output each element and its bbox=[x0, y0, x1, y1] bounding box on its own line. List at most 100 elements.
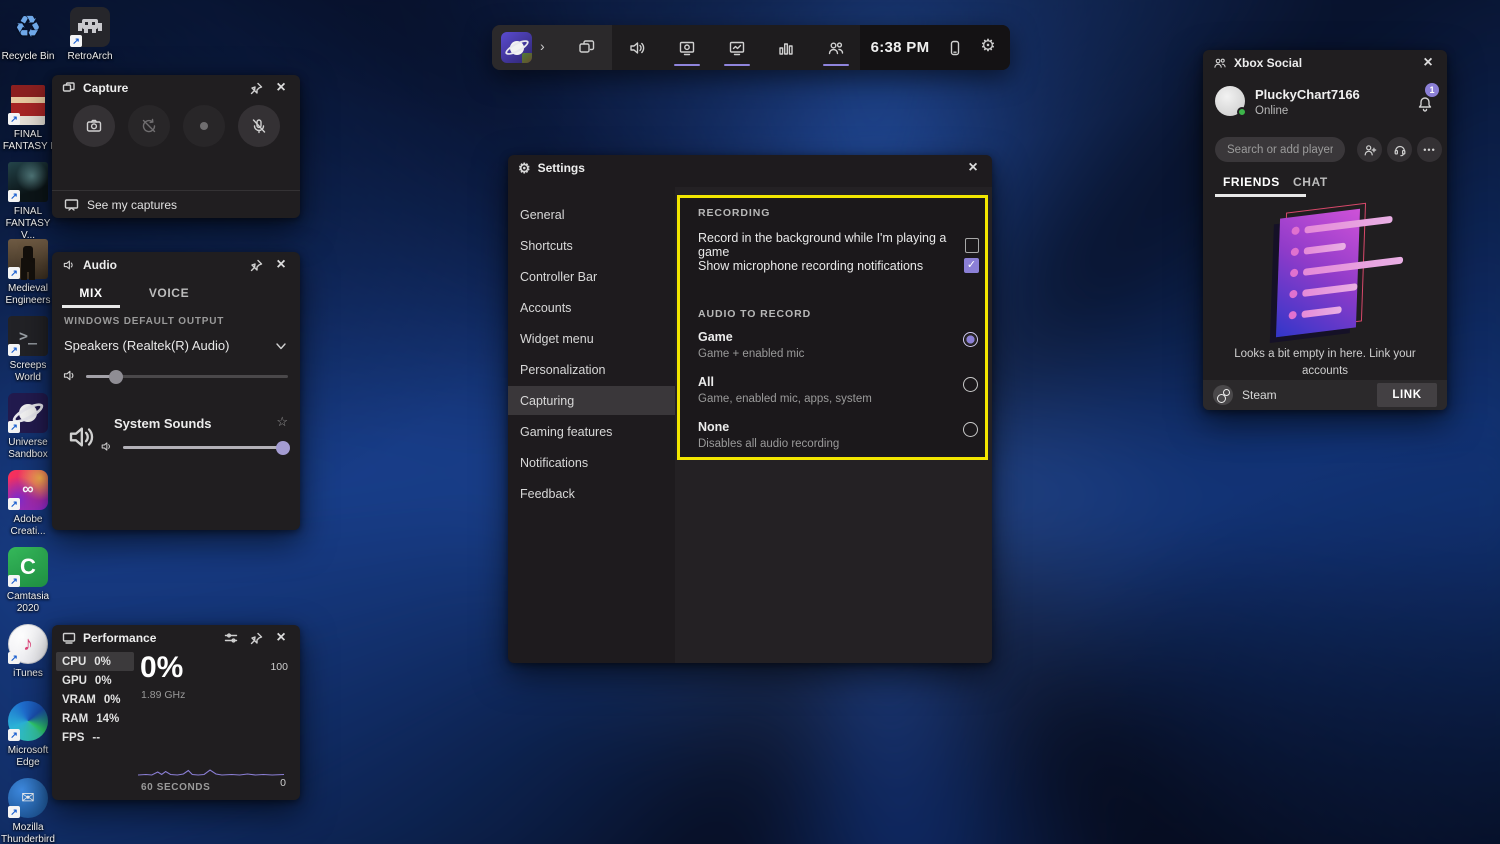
record-last-30s-button[interactable] bbox=[128, 105, 170, 147]
system-sounds-volume-slider[interactable] bbox=[123, 446, 283, 449]
close-icon[interactable]: × bbox=[964, 159, 982, 177]
party-chat-button[interactable] bbox=[1387, 137, 1412, 162]
desktop-icon-screeps-world[interactable]: >_ ↗ Screeps World bbox=[0, 315, 56, 384]
output-section-label: WINDOWS DEFAULT OUTPUT bbox=[64, 316, 224, 327]
audio-widget: Audio × MIX VOICE WINDOWS DEFAULT OUTPUT… bbox=[52, 252, 300, 530]
mic-notifications-checkbox[interactable]: ✓ bbox=[964, 258, 979, 273]
slider-thumb[interactable] bbox=[276, 441, 290, 455]
tab-friends[interactable]: FRIENDS bbox=[1223, 175, 1280, 189]
stat-row-cpu[interactable]: CPU 0% bbox=[56, 652, 134, 671]
radio-all[interactable] bbox=[963, 377, 978, 392]
slider-thumb[interactable] bbox=[109, 370, 123, 384]
see-my-captures-button[interactable]: See my captures bbox=[52, 191, 300, 218]
background-recording-checkbox[interactable] bbox=[965, 238, 979, 253]
stat-row-vram[interactable]: VRAM 0% bbox=[56, 690, 134, 709]
desktop-icon-label: RetroArch bbox=[67, 51, 112, 63]
desktop-icon-thunderbird[interactable]: ✉ ↗ Mozilla Thunderbird bbox=[0, 777, 56, 844]
steam-label: Steam bbox=[1242, 388, 1277, 402]
nav-item-shortcuts[interactable]: Shortcuts bbox=[508, 231, 675, 260]
pin-icon[interactable] bbox=[247, 79, 265, 97]
desktop-icon-label: Microsoft Edge bbox=[0, 745, 56, 769]
close-icon[interactable]: × bbox=[272, 256, 290, 274]
nav-item-personalization[interactable]: Personalization bbox=[508, 355, 675, 384]
desktop-icon-camtasia[interactable]: C ↗ Camtasia 2020 bbox=[0, 546, 56, 615]
pin-icon[interactable] bbox=[247, 629, 265, 647]
desktop-icon-medieval-engineers[interactable]: ↗ Medieval Engineers bbox=[0, 238, 56, 307]
desktop-icon-final-fantasy-v[interactable]: ↗ FINAL FANTASY V... bbox=[0, 161, 56, 241]
nav-item-general[interactable]: General bbox=[508, 200, 675, 229]
tab-voice[interactable]: VOICE bbox=[130, 280, 208, 308]
tab-mix[interactable]: MIX bbox=[52, 280, 130, 308]
nav-item-gaming-features[interactable]: Gaming features bbox=[508, 417, 675, 446]
stat-row-gpu[interactable]: GPU 0% bbox=[56, 671, 134, 690]
desktop-icon-recycle-bin[interactable]: ♻ Recycle Bin bbox=[0, 6, 56, 63]
master-volume-slider[interactable] bbox=[86, 375, 288, 378]
social-widget-icon[interactable] bbox=[827, 39, 845, 57]
radio-none[interactable] bbox=[963, 422, 978, 437]
mobile-device-icon[interactable] bbox=[946, 39, 964, 57]
stat-row-ram[interactable]: RAM 14% bbox=[56, 709, 134, 728]
stat-row-fps[interactable]: FPS -- bbox=[56, 728, 134, 747]
performance-options-icon[interactable] bbox=[222, 629, 240, 647]
stat-label: FPS bbox=[62, 732, 84, 744]
desktop-icon-microsoft-edge[interactable]: ↗ Microsoft Edge bbox=[0, 700, 56, 769]
more-options-button[interactable]: ••• bbox=[1417, 137, 1442, 162]
close-icon[interactable]: × bbox=[272, 629, 290, 647]
microphone-toggle-button[interactable] bbox=[238, 105, 280, 147]
settings-nav: General Shortcuts Controller Bar Account… bbox=[508, 187, 675, 663]
capture-widget-icon[interactable] bbox=[678, 39, 696, 57]
radio-game[interactable] bbox=[963, 332, 978, 347]
add-friend-button[interactable] bbox=[1357, 137, 1382, 162]
cpu-usage-sparkline bbox=[138, 761, 286, 779]
active-app-icon[interactable] bbox=[501, 32, 532, 63]
desktop-icon-itunes[interactable]: ♪ ↗ iTunes bbox=[0, 623, 56, 680]
nav-item-feedback[interactable]: Feedback bbox=[508, 479, 675, 508]
desktop-icon-adobe-creative[interactable]: ∞ ↗ Adobe Creati... bbox=[0, 469, 56, 538]
checkbox-label: Show microphone recording notifications bbox=[698, 259, 923, 273]
desktop-icon-label: FINAL FANTASY V... bbox=[0, 206, 56, 241]
stat-value: -- bbox=[92, 732, 100, 744]
tab-chat[interactable]: CHAT bbox=[1293, 175, 1328, 189]
start-recording-button[interactable] bbox=[183, 105, 225, 147]
nav-item-notifications[interactable]: Notifications bbox=[508, 448, 675, 477]
shortcut-arrow-icon: ↗ bbox=[8, 652, 20, 664]
nav-item-capturing[interactable]: Capturing bbox=[508, 386, 675, 415]
active-tab-indicator bbox=[1215, 194, 1306, 197]
link-steam-button[interactable]: LINK bbox=[1377, 383, 1437, 407]
desktop-icon-universe-sandbox[interactable]: ↗ Universe Sandbox bbox=[0, 392, 56, 461]
nav-item-widget-menu[interactable]: Widget menu bbox=[508, 324, 675, 353]
tutorial-highlight-box: RECORDING Record in the background while… bbox=[677, 195, 988, 460]
gamertag: PluckyChart7166 bbox=[1255, 87, 1360, 102]
desktop-icon-retroarch[interactable]: ↗ RetroArch bbox=[62, 6, 118, 63]
performance-widget-icon[interactable] bbox=[777, 39, 795, 57]
cpu-usage-value: 0% bbox=[140, 651, 183, 685]
close-icon[interactable]: × bbox=[272, 79, 290, 97]
settings-title: Settings bbox=[538, 161, 585, 175]
desktop-icon-label: Adobe Creati... bbox=[0, 514, 56, 538]
settings-gear-icon[interactable]: ⚙ bbox=[980, 36, 995, 56]
resources-widget-icon[interactable] bbox=[728, 39, 746, 57]
option-game-desc: Game + enabled mic bbox=[698, 348, 804, 360]
screenshot-button[interactable] bbox=[73, 105, 115, 147]
shortcut-arrow-icon: ↗ bbox=[8, 729, 20, 741]
widgets-menu-icon[interactable] bbox=[578, 39, 596, 57]
favorite-star-icon[interactable]: ☆ bbox=[276, 414, 288, 430]
avatar[interactable] bbox=[1215, 86, 1245, 116]
app-switcher-chevron-icon[interactable]: › bbox=[540, 38, 545, 54]
background-recording-row[interactable]: Record in the background while I'm playi… bbox=[698, 231, 979, 259]
notifications-bell-icon[interactable] bbox=[1417, 96, 1433, 112]
nav-item-controller-bar[interactable]: Controller Bar bbox=[508, 262, 675, 291]
search-players-input[interactable] bbox=[1215, 137, 1345, 162]
audio-widget-icon[interactable] bbox=[628, 39, 646, 57]
settings-gear-icon: ⚙ bbox=[518, 160, 531, 177]
recycle-bin-icon: ♻ bbox=[15, 10, 42, 45]
mic-notifications-row[interactable]: Show microphone recording notifications … bbox=[698, 258, 979, 273]
shortcut-arrow-icon: ↗ bbox=[8, 498, 20, 510]
output-device-dropdown[interactable]: Speakers (Realtek(R) Audio) bbox=[64, 338, 288, 353]
nav-item-accounts[interactable]: Accounts bbox=[508, 293, 675, 322]
close-icon[interactable]: × bbox=[1419, 54, 1437, 72]
pin-icon[interactable] bbox=[247, 256, 265, 274]
chevron-down-icon bbox=[274, 339, 288, 353]
desktop-icon-label: Medieval Engineers bbox=[0, 283, 56, 307]
desktop-icon-final-fantasy-1[interactable]: ↗ FINAL FANTASY I bbox=[0, 84, 56, 153]
